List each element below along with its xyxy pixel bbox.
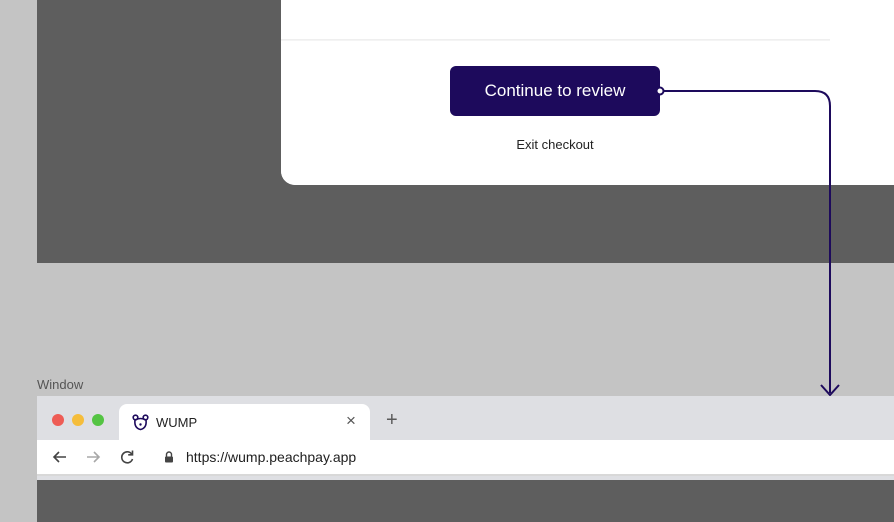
bear-favicon-icon [132, 414, 149, 431]
toolbar-divider [37, 474, 894, 476]
arrow-right-icon[interactable] [85, 449, 101, 465]
sheet-content-area [281, 0, 830, 39]
browser-toolbar: https://wump.peachpay.app [37, 440, 894, 474]
close-window-dot[interactable] [52, 414, 64, 426]
exit-checkout-link[interactable]: Exit checkout [450, 137, 660, 152]
sheet-footer: Continue to review Exit checkout [281, 41, 894, 185]
maximize-window-dot[interactable] [92, 414, 104, 426]
continue-to-review-button[interactable]: Continue to review [450, 66, 660, 116]
browser-tab[interactable]: WUMP × [119, 404, 370, 440]
tab-title: WUMP [156, 415, 198, 430]
browser-window: WUMP × + https://wump.peachpay.app [37, 396, 894, 522]
reload-icon[interactable] [119, 449, 135, 465]
page-content-area [37, 480, 894, 522]
lock-icon [165, 451, 173, 463]
new-tab-button[interactable]: + [386, 410, 398, 430]
tab-close-button[interactable]: × [346, 412, 356, 429]
minimize-window-dot[interactable] [72, 414, 84, 426]
arrow-left-icon[interactable] [52, 449, 68, 465]
checkout-sheet: Continue to review Exit checkout [281, 0, 894, 185]
address-bar-url[interactable]: https://wump.peachpay.app [186, 449, 356, 465]
window-frame-label: Window [37, 377, 84, 392]
